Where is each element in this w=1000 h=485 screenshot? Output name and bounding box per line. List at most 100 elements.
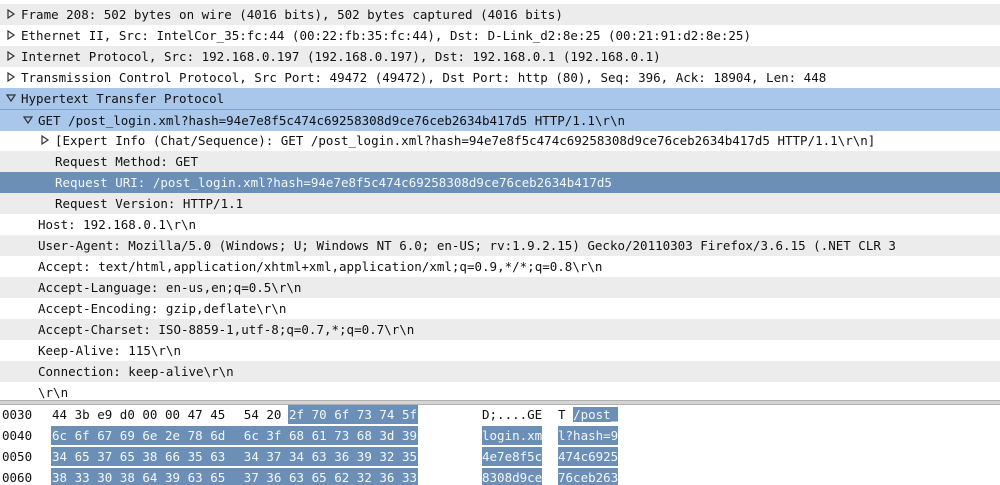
- tree-row[interactable]: User-Agent: Mozilla/5.0 (Windows; U; Win…: [0, 235, 1000, 256]
- hex-byte[interactable]: 63: [289, 468, 305, 485]
- hex-byte[interactable]: 6d: [210, 426, 226, 445]
- collapsed-arrow-icon[interactable]: [5, 46, 17, 67]
- hex-byte[interactable]: 70: [311, 405, 327, 424]
- hex-byte[interactable]: e9: [97, 405, 112, 424]
- tree-row[interactable]: Internet Protocol, Src: 192.168.0.197 (1…: [0, 46, 1000, 67]
- hex-byte[interactable]: 36: [334, 447, 350, 466]
- tree-row[interactable]: Keep-Alive: 115\r\n: [0, 340, 1000, 361]
- hex-byte[interactable]: 73: [356, 405, 372, 424]
- hex-byte[interactable]: d0: [120, 405, 135, 424]
- tree-row[interactable]: Request Method: GET: [0, 151, 1000, 172]
- hex-byte[interactable]: 73: [334, 426, 350, 445]
- hex-byte[interactable]: 63: [311, 447, 327, 466]
- hex-byte[interactable]: 30: [97, 468, 113, 485]
- hex-byte[interactable]: 32: [356, 468, 372, 485]
- ascii-left[interactable]: 8308d9ce: [482, 468, 543, 485]
- collapsed-arrow-icon[interactable]: [39, 130, 51, 151]
- hex-row[interactable]: 0040 6c 6f 67 69 6e 2e 78 6d 6c 3f 68 61 73 68 3d 39 logi…: [0, 426, 1000, 445]
- hex-byte[interactable]: 3d: [379, 426, 395, 445]
- hex-byte[interactable]: 63: [210, 447, 226, 466]
- tree-row[interactable]: Hypertext Transfer Protocol: [0, 88, 1000, 109]
- hex-byte[interactable]: 37: [266, 447, 282, 466]
- tree-row[interactable]: Accept-Charset: ISO-8859-1,utf-8;q=0.7,*…: [0, 319, 1000, 340]
- hex-byte[interactable]: 68: [289, 426, 305, 445]
- hex-byte[interactable]: 34: [243, 447, 259, 466]
- ascii-right[interactable]: 76ceb263: [558, 468, 619, 485]
- hex-byte[interactable]: 33: [74, 468, 90, 485]
- hex-byte[interactable]: 3b: [75, 405, 90, 424]
- collapsed-arrow-icon[interactable]: [5, 4, 17, 25]
- collapsed-arrow-icon[interactable]: [5, 25, 17, 46]
- hex-byte[interactable]: 36: [266, 468, 282, 485]
- hex-byte[interactable]: 35: [402, 447, 418, 466]
- tree-row[interactable]: Connection: keep-alive\r\n: [0, 361, 1000, 382]
- ascii-right[interactable]: T /post_: [558, 405, 619, 424]
- hex-byte[interactable]: 63: [187, 468, 203, 485]
- packet-bytes-pane[interactable]: 0030 44 3b e9 d0 00 00 47 45 54 20 2f 70 6f 73 74 5f D;..…: [0, 405, 1000, 485]
- hex-byte[interactable]: 74: [379, 405, 395, 424]
- expanded-arrow-icon[interactable]: [22, 110, 34, 131]
- hex-byte[interactable]: 38: [52, 468, 68, 485]
- hex-byte[interactable]: 65: [210, 468, 226, 485]
- hex-byte[interactable]: 33: [402, 468, 418, 485]
- ascii-right[interactable]: l?hash=9: [558, 426, 619, 445]
- hex-byte[interactable]: 37: [243, 468, 259, 485]
- hex-byte[interactable]: 38: [119, 468, 135, 485]
- hex-byte[interactable]: 35: [187, 447, 203, 466]
- tree-row[interactable]: Request URI: /post_login.xml?hash=94e7e8…: [0, 172, 1000, 193]
- tree-row[interactable]: Frame 208: 502 bytes on wire (4016 bits)…: [0, 4, 1000, 25]
- hex-byte[interactable]: 6c: [243, 426, 259, 445]
- ascii-left[interactable]: D;....GE: [482, 405, 542, 424]
- hex-row[interactable]: 0030 44 3b e9 d0 00 00 47 45 54 20 2f 70 6f 73 74 5f D;..…: [0, 405, 1000, 424]
- hex-byte[interactable]: 36: [379, 468, 395, 485]
- hex-byte[interactable]: 45: [210, 405, 225, 424]
- hex-byte[interactable]: 39: [402, 426, 418, 445]
- tree-row[interactable]: Host: 192.168.0.1\r\n: [0, 214, 1000, 235]
- hex-row[interactable]: 0050 34 65 37 65 38 66 35 63 34 37 34 63 36 39 32 35 4e7e…: [0, 447, 1000, 466]
- hex-byte[interactable]: 6f: [74, 426, 90, 445]
- tree-row[interactable]: Request Version: HTTP/1.1: [0, 193, 1000, 214]
- collapsed-arrow-icon[interactable]: [5, 67, 17, 88]
- hex-byte[interactable]: 39: [165, 468, 181, 485]
- ascii-right[interactable]: 474c6925: [558, 447, 619, 466]
- hex-byte[interactable]: 39: [356, 447, 372, 466]
- hex-byte[interactable]: 2e: [165, 426, 181, 445]
- tree-row[interactable]: \r\n: [0, 382, 1000, 400]
- hex-byte[interactable]: 5f: [402, 405, 418, 424]
- packet-details-pane[interactable]: Frame 208: 502 bytes on wire (4016 bits)…: [0, 0, 1000, 400]
- hex-byte[interactable]: 69: [119, 426, 135, 445]
- hex-byte[interactable]: 00: [165, 405, 180, 424]
- hex-byte[interactable]: 6e: [142, 426, 158, 445]
- tree-row[interactable]: Accept-Encoding: gzip,deflate\r\n: [0, 298, 1000, 319]
- hex-byte[interactable]: 61: [311, 426, 327, 445]
- hex-byte[interactable]: 78: [187, 426, 203, 445]
- hex-byte[interactable]: 20: [266, 405, 281, 424]
- hex-byte[interactable]: 2f: [289, 405, 305, 424]
- hex-byte[interactable]: 65: [311, 468, 327, 485]
- hex-byte[interactable]: 34: [52, 447, 68, 466]
- hex-byte[interactable]: 66: [165, 447, 181, 466]
- hex-byte[interactable]: 6f: [334, 405, 350, 424]
- tree-row[interactable]: GET /post_login.xml?hash=94e7e8f5c474c69…: [0, 109, 1000, 131]
- hex-byte[interactable]: 65: [119, 447, 135, 466]
- tree-row[interactable]: Accept-Language: en-us,en;q=0.5\r\n: [0, 277, 1000, 298]
- ascii-left[interactable]: login.xm: [482, 426, 543, 445]
- hex-byte[interactable]: 67: [97, 426, 113, 445]
- tree-row[interactable]: Ethernet II, Src: IntelCor_35:fc:44 (00:…: [0, 25, 1000, 46]
- hex-byte[interactable]: 64: [142, 468, 158, 485]
- hex-byte[interactable]: 62: [334, 468, 350, 485]
- hex-byte[interactable]: 37: [97, 447, 113, 466]
- hex-byte[interactable]: 65: [74, 447, 90, 466]
- hex-byte[interactable]: 00: [142, 405, 157, 424]
- tree-row[interactable]: Accept: text/html,application/xhtml+xml,…: [0, 256, 1000, 277]
- hex-byte[interactable]: 3f: [266, 426, 282, 445]
- hex-byte[interactable]: 32: [379, 447, 395, 466]
- hex-byte[interactable]: 34: [289, 447, 305, 466]
- ascii-left[interactable]: 4e7e8f5c: [482, 447, 543, 466]
- hex-byte[interactable]: 44: [52, 405, 67, 424]
- hex-byte[interactable]: 68: [356, 426, 372, 445]
- tree-row[interactable]: [Expert Info (Chat/Sequence): GET /post_…: [0, 130, 1000, 151]
- hex-byte[interactable]: 47: [188, 405, 203, 424]
- expanded-arrow-icon[interactable]: [5, 88, 17, 109]
- hex-row[interactable]: 0060 38 33 30 38 64 39 63 65 37 36 63 65 62 32 36 33 8308…: [0, 468, 1000, 485]
